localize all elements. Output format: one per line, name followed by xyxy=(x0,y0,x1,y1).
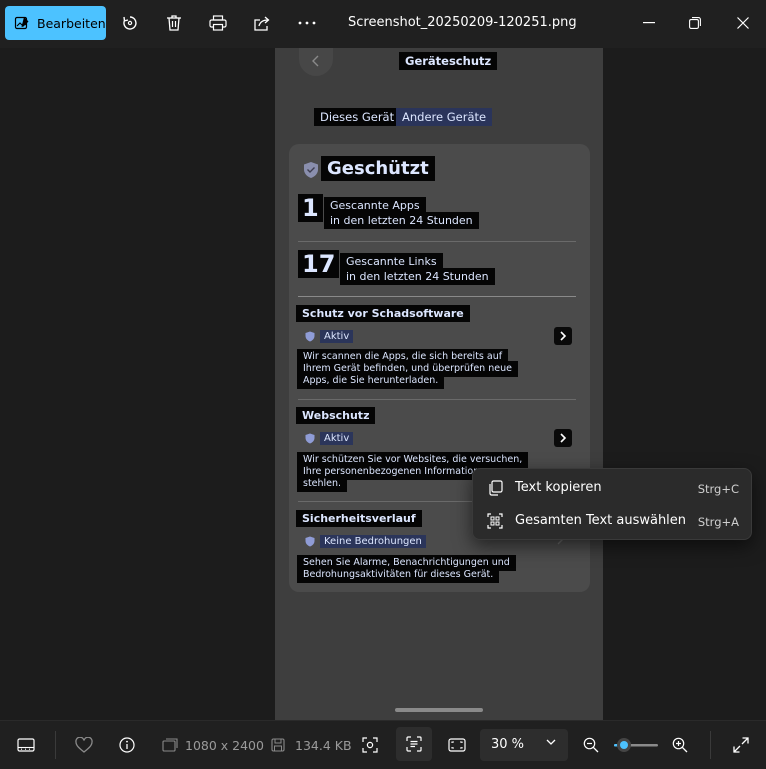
divider xyxy=(298,399,576,400)
image-resolution: 1080 x 2400 xyxy=(185,738,264,753)
zoom-slider[interactable] xyxy=(614,735,658,755)
stat-number[interactable]: 1 xyxy=(298,194,323,222)
chevron-right-icon[interactable] xyxy=(554,327,572,345)
resolution-icon xyxy=(160,735,180,755)
shield-icon xyxy=(302,328,318,344)
more-icon[interactable] xyxy=(296,12,318,34)
delete-icon[interactable] xyxy=(163,12,185,34)
maximize-icon[interactable] xyxy=(684,12,706,34)
shield-icon xyxy=(302,533,318,549)
zoom-in-icon[interactable] xyxy=(670,735,690,755)
zoom-out-icon[interactable] xyxy=(581,735,601,755)
file-name: Screenshot_20250209-120251.png xyxy=(348,15,577,30)
bottom-toolbar: 1080 x 2400 134.4 KB 30 % xyxy=(0,720,766,769)
menu-item-label: Text kopieren xyxy=(515,480,602,495)
context-menu: Text kopieren Strg+C Gesamten Text auswä… xyxy=(472,468,752,540)
select-all-text-icon xyxy=(487,513,503,529)
menu-item-select-all-text[interactable]: Gesamten Text auswählen Strg+A xyxy=(473,505,751,537)
rotate-icon[interactable] xyxy=(119,12,141,34)
edit-button[interactable]: Bearbeiten xyxy=(5,6,106,40)
separator xyxy=(710,731,711,759)
section-description-line3[interactable]: Apps, die Sie herunterladen. xyxy=(297,373,445,389)
divider xyxy=(298,241,576,242)
share-icon[interactable] xyxy=(251,12,273,34)
filmstrip-icon[interactable] xyxy=(16,735,36,755)
menu-item-shortcut: Strg+C xyxy=(697,482,739,496)
status-badge: Aktiv xyxy=(302,430,354,446)
text-scan-icon xyxy=(406,736,422,752)
tab-this-device[interactable]: Dieses Gerät xyxy=(314,108,401,126)
back-button xyxy=(299,48,333,76)
edit-image-icon xyxy=(14,15,30,31)
stat-number[interactable]: 17 xyxy=(298,250,340,278)
zoom-level: 30 % xyxy=(491,737,525,752)
fullscreen-icon[interactable] xyxy=(731,735,751,755)
screenshot-image: Geräteschutz Dieses Gerät Andere Geräte … xyxy=(275,48,603,720)
divider xyxy=(298,296,576,297)
text-extract-button[interactable] xyxy=(396,727,432,761)
section-description-line3[interactable]: stehlen. xyxy=(297,476,348,492)
status-title[interactable]: Geschützt xyxy=(321,156,435,181)
chevron-down-icon xyxy=(546,739,556,746)
shield-icon xyxy=(303,161,319,179)
save-icon xyxy=(268,735,288,755)
visual-search-icon[interactable] xyxy=(360,735,380,755)
copy-icon xyxy=(487,480,503,496)
section-title[interactable]: Webschutz xyxy=(296,407,376,424)
menu-item-copy-text[interactable]: Text kopieren Strg+C xyxy=(473,472,751,504)
image-viewer: Geräteschutz Dieses Gerät Andere Geräte … xyxy=(0,48,766,720)
section-title[interactable]: Sicherheitsverlauf xyxy=(296,510,422,527)
section-title[interactable]: Schutz vor Schadsoftware xyxy=(296,305,470,322)
status-badge: Keine Bedrohungen xyxy=(302,533,426,549)
title-bar: Bearbeiten Screenshot_20250209-120251.pn… xyxy=(0,0,766,48)
home-indicator xyxy=(395,708,483,712)
tab-other-devices[interactable]: Andere Geräte xyxy=(396,108,493,126)
section-description-line2[interactable]: Bedrohungsaktivitäten für dieses Gerät. xyxy=(297,567,500,583)
file-size: 134.4 KB xyxy=(295,738,352,753)
separator xyxy=(55,731,56,759)
chevron-right-icon[interactable] xyxy=(554,429,572,447)
stat-label-line2[interactable]: in den letzten 24 Stunden xyxy=(340,268,495,285)
stat-label-line2[interactable]: in den letzten 24 Stunden xyxy=(324,212,479,229)
edit-button-label: Bearbeiten xyxy=(37,15,106,31)
close-icon[interactable] xyxy=(732,12,754,34)
minimize-icon[interactable] xyxy=(638,12,660,34)
info-icon[interactable] xyxy=(117,735,137,755)
shield-icon xyxy=(302,430,318,446)
status-badge: Aktiv xyxy=(302,328,354,344)
favorite-icon[interactable] xyxy=(74,735,94,755)
print-icon[interactable] xyxy=(207,12,229,34)
zoom-dropdown[interactable]: 30 % xyxy=(480,729,568,761)
header-title[interactable]: Geräteschutz xyxy=(399,52,498,70)
menu-item-label: Gesamten Text auswählen xyxy=(515,513,687,528)
fit-to-window-icon[interactable] xyxy=(447,735,467,755)
menu-item-shortcut: Strg+A xyxy=(697,515,739,529)
